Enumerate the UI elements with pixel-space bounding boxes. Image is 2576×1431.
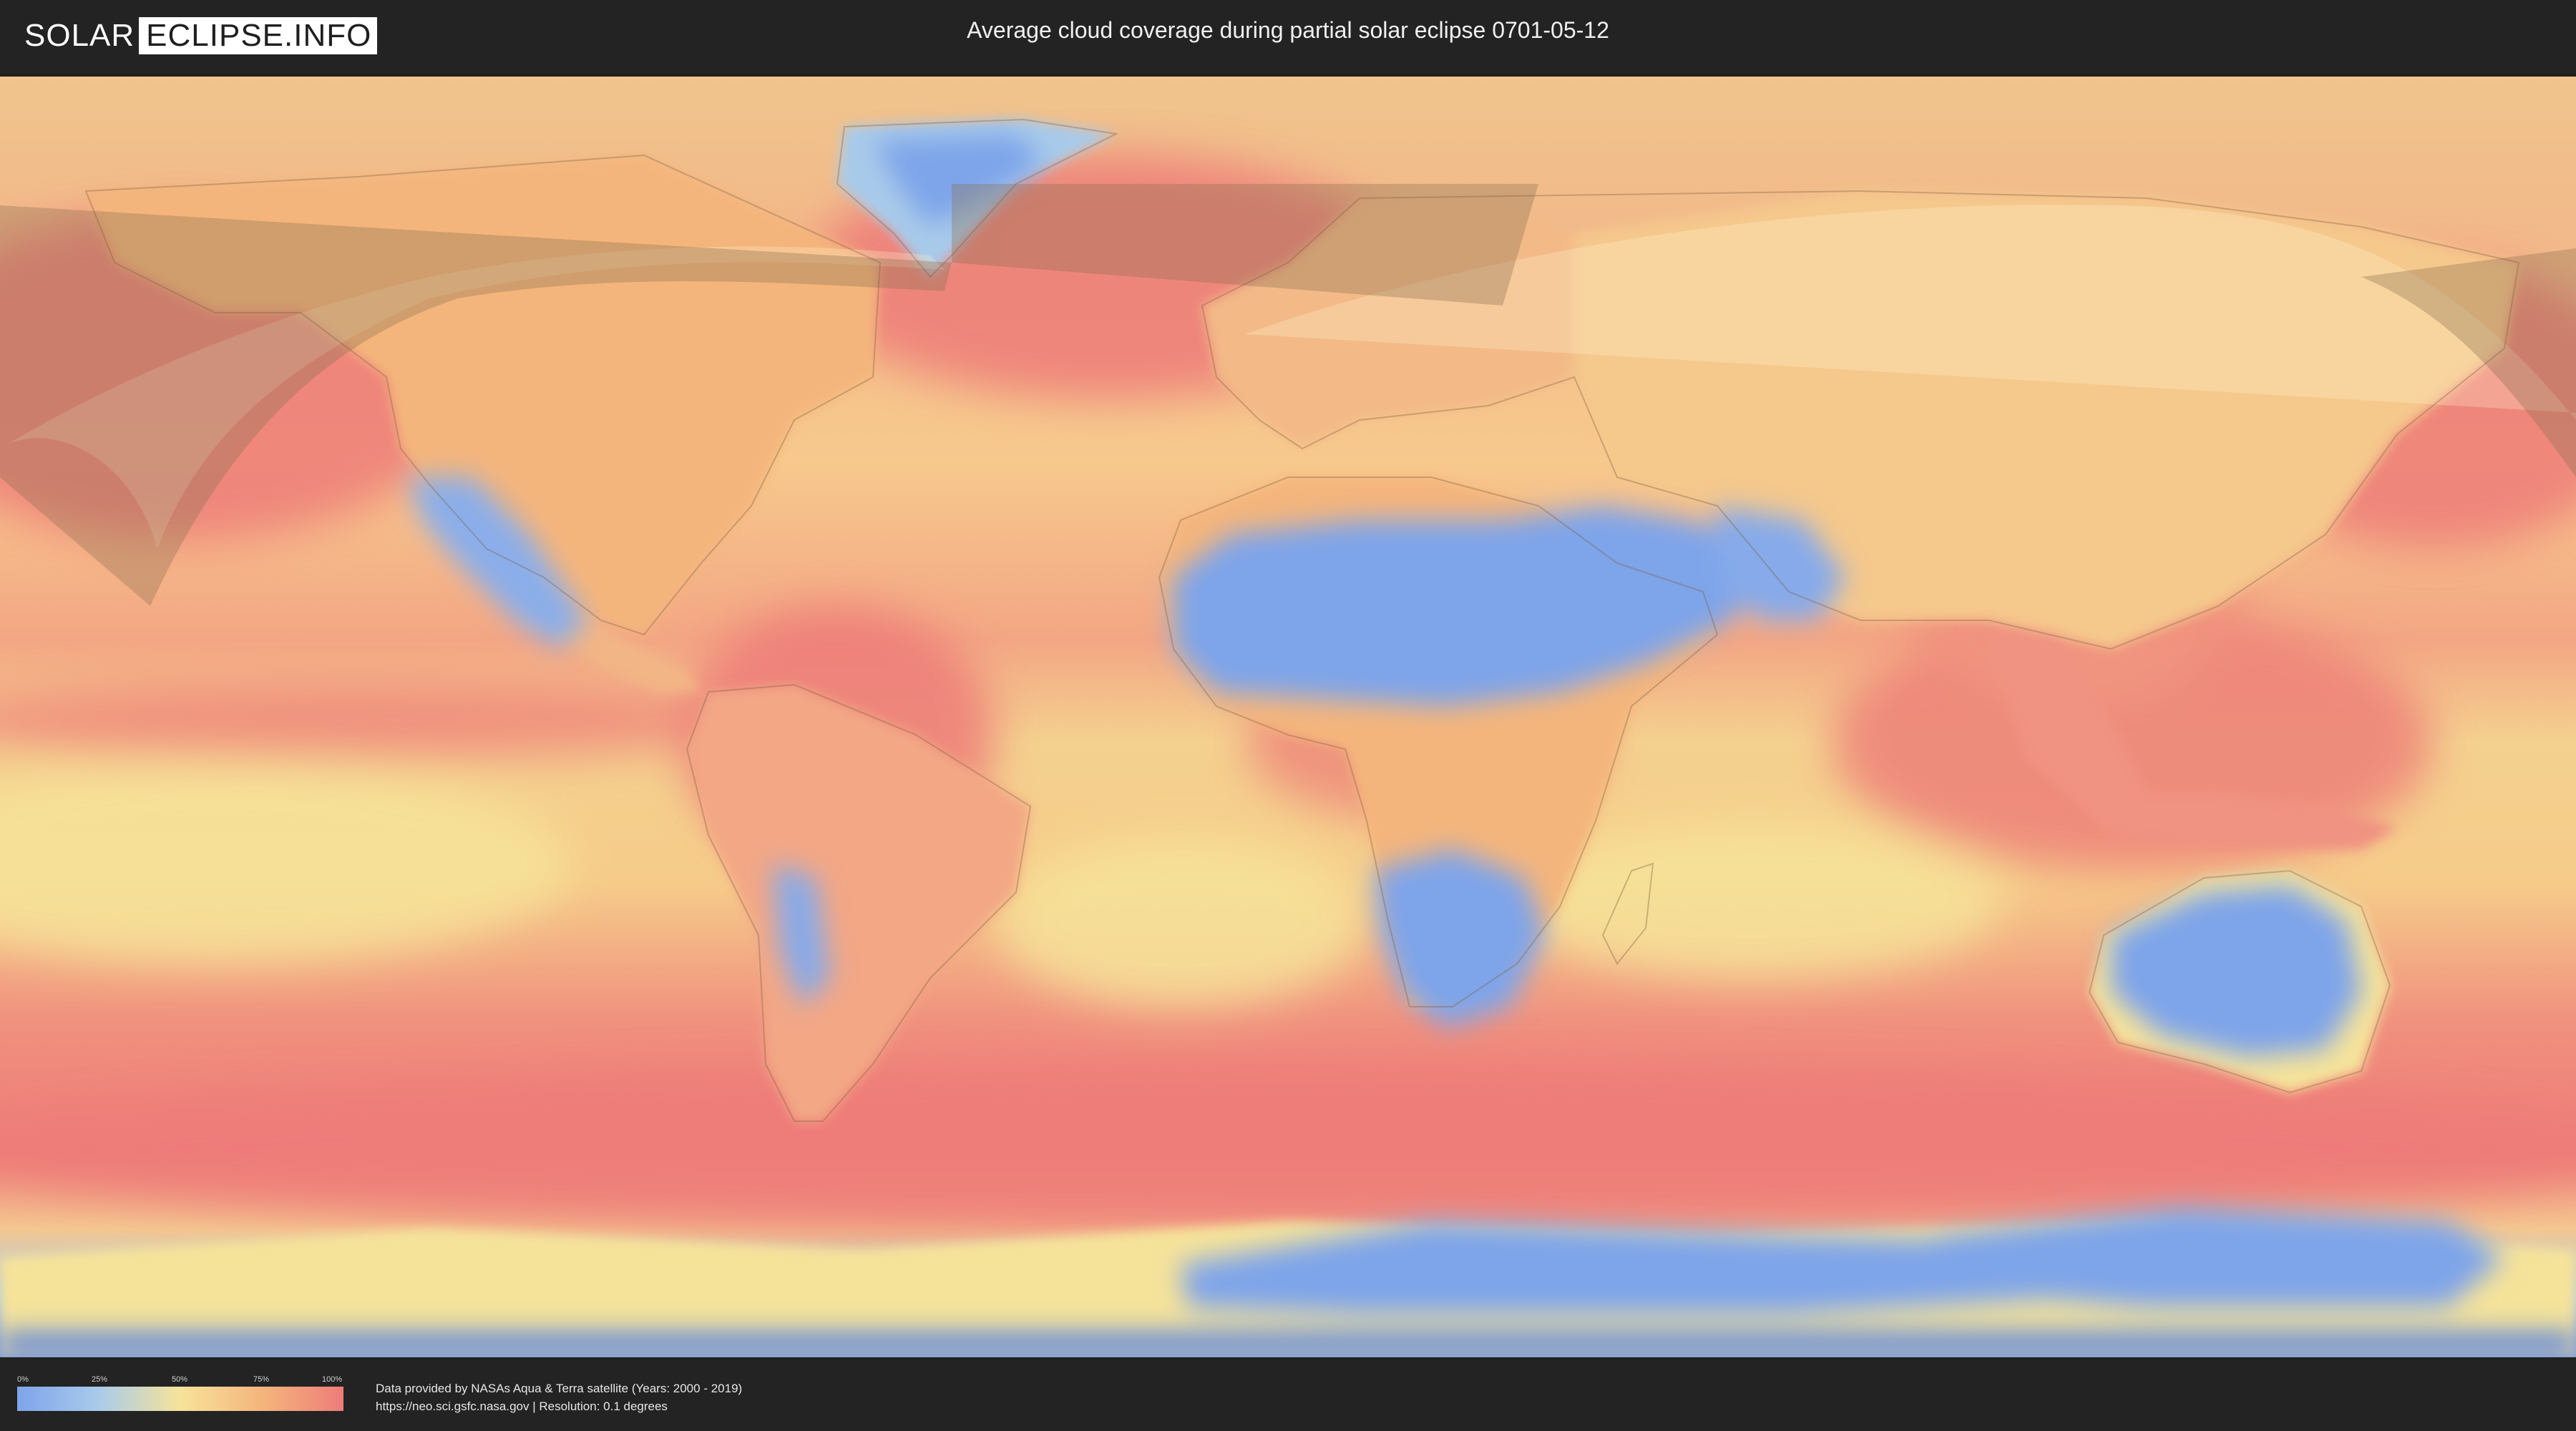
credits-line-1: Data provided by NASAs Aqua & Terra sate… [376,1382,743,1395]
data-credits: Data provided by NASAs Aqua & Terra sate… [376,1379,742,1415]
legend-tick-25: 25% [92,1375,108,1384]
legend-tick-50: 50% [172,1375,188,1384]
legend-tick-100: 100% [322,1375,343,1384]
legend-ticks: 0% 25% 50% 75% 100% [17,1375,343,1387]
page-title: Average cloud coverage during partial so… [967,17,1609,43]
cloud-coverage-map [0,77,2576,1357]
legend-tick-0: 0% [17,1375,29,1384]
legend-tick-75: 75% [253,1375,270,1384]
header-bar: SOLAR ECLIPSE.INFO Average cloud coverag… [0,0,2576,73]
credits-line-2: https://neo.sci.gsfc.nasa.gov | Resoluti… [376,1400,668,1413]
subtropical-clear-s-atlantic [995,835,1367,1007]
legend-color-bar [17,1387,343,1411]
antarctic-ice-edge [0,1332,2576,1357]
cloud-coverage-legend: 0% 25% 50% 75% 100% [17,1375,343,1411]
footer-bar: 0% 25% 50% 75% 100% Data provided by NAS… [0,1359,2576,1431]
